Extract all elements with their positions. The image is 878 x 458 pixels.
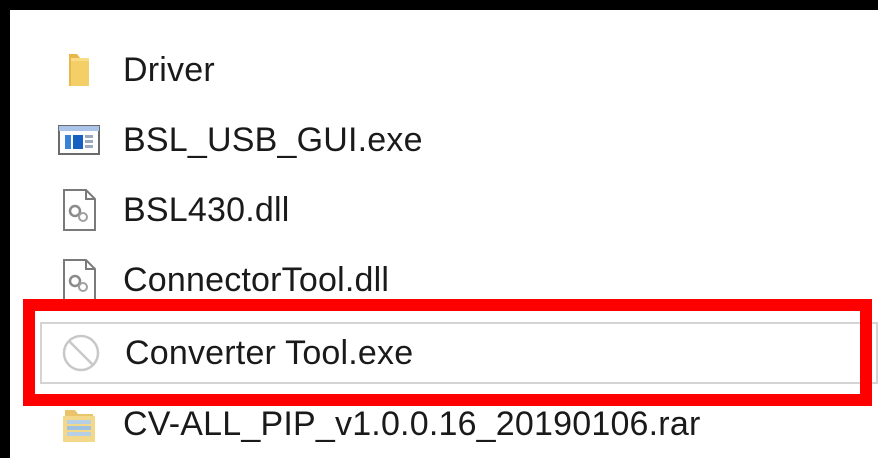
explorer-window-frame: Driver BSL_USB_GUI.exe BSL430.dll Connec… [0,0,878,458]
file-list: Driver BSL_USB_GUI.exe BSL430.dll Connec… [10,10,878,458]
dll-gear-file-icon [55,256,103,304]
application-window-icon [55,116,103,164]
file-name: Driver [123,50,215,89]
blocked-executable-icon [57,329,105,377]
file-row-bsl-usb-gui-exe[interactable]: BSL_USB_GUI.exe [40,110,878,170]
file-row-converter-tool-exe[interactable]: Converter Tool.exe [40,322,878,384]
file-row-driver[interactable]: Driver [40,40,878,100]
file-row-connectortool-dll[interactable]: ConnectorTool.dll [40,250,878,310]
rar-archive-icon [55,400,103,448]
dll-gear-file-icon [55,186,103,234]
file-name: Converter Tool.exe [125,333,414,372]
file-name: ConnectorTool.dll [123,260,390,299]
file-row-bsl430-dll[interactable]: BSL430.dll [40,180,878,240]
folder-icon [55,46,103,94]
file-row-cv-all-pip-rar[interactable]: CV-ALL_PIP_v1.0.0.16_20190106.rar [40,394,878,454]
file-name: BSL430.dll [123,190,290,229]
file-name: BSL_USB_GUI.exe [123,120,423,159]
file-name: CV-ALL_PIP_v1.0.0.16_20190106.rar [123,404,701,443]
